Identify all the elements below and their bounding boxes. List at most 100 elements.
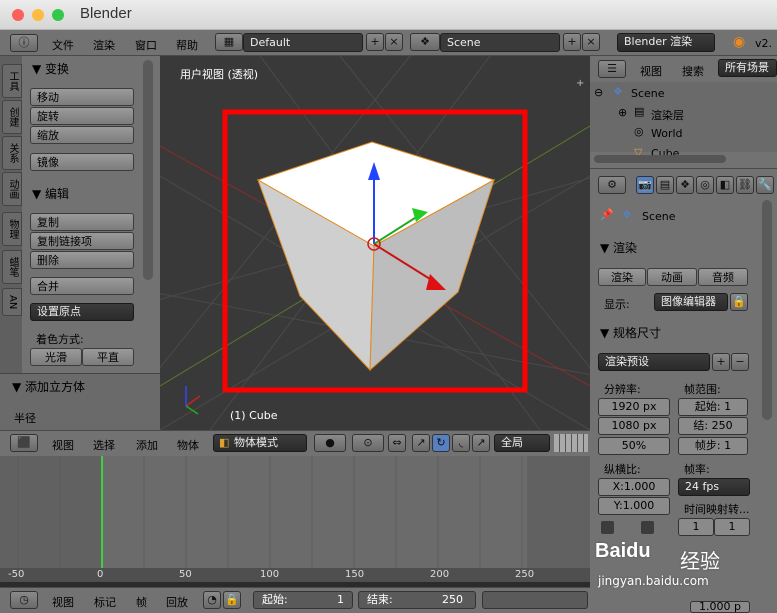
crop-checkbox[interactable] [641,521,654,534]
add-cube-title[interactable]: ▼ 添加立方体 [12,378,85,395]
render-presets-dropdown[interactable]: 渲染预设 [598,353,710,371]
timeline-menu-frame[interactable]: 帧 [136,594,147,610]
time-remap-old-field[interactable]: 1 [678,518,714,536]
dimensions-panel-title[interactable]: ▼ 规格尺寸 [600,324,661,341]
render-animation-button[interactable]: 动画 [647,268,697,286]
orientation-dropdown[interactable]: 全局 [494,434,550,452]
scale-button[interactable]: 缩放 [30,126,134,144]
remove-preset-icon[interactable]: − [731,353,749,371]
preview-range-icon[interactable]: ◔ [203,591,221,609]
frame-end-field[interactable]: 结: 250 [678,417,748,435]
add-scene-icon[interactable]: + [563,33,581,51]
constraints-tab-icon[interactable]: ⛓ [736,176,754,194]
remove-scene-icon[interactable]: × [582,33,600,51]
duplicate-button[interactable]: 复制 [30,213,134,231]
expand-icon[interactable]: ⊕ [618,106,627,119]
scene-field[interactable]: Scene [440,33,560,52]
bottom-field[interactable]: 1.000 p [690,601,750,613]
layers-grid[interactable] [554,434,588,452]
tab-an[interactable]: AN [2,288,22,316]
scale-icon[interactable]: ◟ [452,434,470,452]
pivot-point-icon[interactable]: ⊙ [352,434,384,452]
join-button[interactable]: 合并 [30,277,134,295]
menu-render[interactable]: 渲染 [93,37,115,53]
current-frame-field[interactable] [482,591,588,609]
menu-help[interactable]: 帮助 [176,37,198,53]
outliner-display-dropdown[interactable]: 所有场景 [718,59,777,77]
resolution-x-field[interactable]: 1920 px [598,398,670,416]
menu-add[interactable]: 添加 [136,437,158,453]
border-checkbox[interactable] [601,521,614,534]
tab-tools[interactable]: 工具 [2,64,22,98]
render-image-button[interactable]: 渲染 [598,268,646,286]
scene-icon[interactable]: ❖ [410,33,440,51]
remove-layout-icon[interactable]: × [385,33,403,51]
properties-editor-icon[interactable]: ⚙ [598,176,626,194]
timeline-menu-view[interactable]: 视图 [52,594,74,610]
menu-select[interactable]: 选择 [93,437,115,453]
zoom-window-button[interactable] [52,9,64,21]
lock-interface-icon[interactable]: 🔒 [730,293,748,311]
collapse-icon[interactable]: ⊖ [594,86,603,99]
tab-relations[interactable]: 关系 [2,136,22,170]
edit-panel-title[interactable]: ▼ 编辑 [32,185,69,202]
outliner-scene[interactable]: Scene [631,87,665,100]
delete-button[interactable]: 删除 [30,251,134,269]
outliner-editor-icon[interactable]: ☰ [598,60,626,78]
viewport-shading-icon[interactable]: ● [314,434,346,452]
timeline-menu-playback[interactable]: 回放 [166,594,188,610]
render-panel-title[interactable]: ▼ 渲染 [600,239,637,256]
resolution-y-field[interactable]: 1080 px [598,417,670,435]
outliner-menu-view[interactable]: 视图 [640,63,662,79]
close-window-button[interactable] [12,9,24,21]
scene-tab-icon[interactable]: ❖ [676,176,694,194]
add-preset-icon[interactable]: + [712,353,730,371]
smooth-button[interactable]: 光滑 [30,348,82,366]
outliner-world[interactable]: World [651,127,683,140]
frame-start-field[interactable]: 起始: 1 [678,398,748,416]
menu-view[interactable]: 视图 [52,437,74,453]
add-layout-icon[interactable]: + [366,33,384,51]
plus-icon[interactable]: + [576,78,584,89]
tool-shelf-scrollbar[interactable] [143,60,153,280]
layout-field[interactable]: Default [243,33,363,52]
set-origin-dropdown[interactable]: 设置原点 [30,303,134,321]
resolution-percent-field[interactable]: 50% [598,437,670,455]
display-dropdown[interactable]: 图像编辑器 [654,293,728,311]
outliner-render-layers[interactable]: 渲染层 [651,107,684,123]
aspect-y-field[interactable]: Y:1.000 [598,497,670,515]
menu-file[interactable]: 文件 [52,37,74,53]
end-frame-field[interactable]: 结束: 250 [358,591,476,609]
mirror-button[interactable]: 镜像 [30,153,134,171]
editor-type-icon[interactable]: ⬛ [10,434,38,452]
audio-button[interactable]: 音频 [698,268,748,286]
time-remap-new-field[interactable]: 1 [714,518,750,536]
timeline-area[interactable] [0,456,590,568]
info-editor-icon[interactable]: ⓘ [10,34,38,52]
timeline-editor-icon[interactable]: ◷ [10,591,38,609]
move-button[interactable]: 移动 [30,88,134,106]
tab-grease-pencil[interactable]: 蜡笔 [2,250,22,284]
manipulator-toggle-icon[interactable]: ⇔ [388,434,406,452]
aspect-x-field[interactable]: X:1.000 [598,478,670,496]
translate-icon[interactable]: ↗ [412,434,430,452]
outliner-scrollbar[interactable] [594,155,726,163]
transform-icon[interactable]: ↗ [472,434,490,452]
lock-icon[interactable]: 🔒 [223,591,241,609]
fps-dropdown[interactable]: 24 fps [678,478,750,496]
screen-layout-icon[interactable]: ▦ [215,33,243,51]
render-tab-icon[interactable]: 📷 [636,176,654,194]
frame-step-field[interactable]: 帧步: 1 [678,437,748,455]
tab-animation[interactable]: 动画 [2,172,22,206]
world-tab-icon[interactable]: ◎ [696,176,714,194]
render-layers-tab-icon[interactable]: ▤ [656,176,674,194]
flat-button[interactable]: 平直 [82,348,134,366]
tab-physics[interactable]: 物理 [2,212,22,246]
duplicate-linked-button[interactable]: 复制链接项 [30,232,134,250]
minimize-window-button[interactable] [32,9,44,21]
object-tab-icon[interactable]: ◧ [716,176,734,194]
menu-object[interactable]: 物体 [177,437,199,453]
render-engine-dropdown[interactable]: Blender 渲染 [617,33,715,52]
pin-icon[interactable]: 📌 [600,208,614,221]
transform-panel-title[interactable]: ▼ 变换 [32,60,69,77]
